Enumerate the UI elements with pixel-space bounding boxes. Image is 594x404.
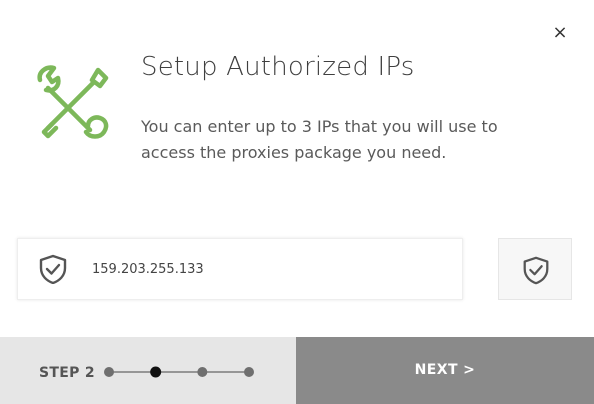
step-dot-1 — [104, 367, 114, 377]
shield-check-icon — [523, 256, 549, 285]
close-button[interactable]: × — [551, 22, 569, 44]
step-label: STEP 2 — [39, 365, 95, 381]
confirm-ip-button[interactable] — [498, 238, 572, 300]
ip-address-input[interactable] — [92, 262, 432, 277]
setup-ips-dialog: × Setup Authorized IPs You can enter up … — [0, 0, 594, 404]
next-button[interactable]: NEXT > — [296, 337, 594, 404]
step-progress-track — [104, 366, 254, 378]
wrench-screwdriver-icon — [37, 65, 109, 139]
dialog-title: Setup Authorized IPs — [141, 52, 415, 82]
dialog-description: You can enter up to 3 IPs that you will … — [141, 117, 498, 162]
step-dot-2 — [150, 366, 162, 378]
step-dot-4 — [244, 367, 254, 377]
shield-check-icon — [39, 254, 67, 284]
step-dot-3 — [197, 367, 208, 377]
